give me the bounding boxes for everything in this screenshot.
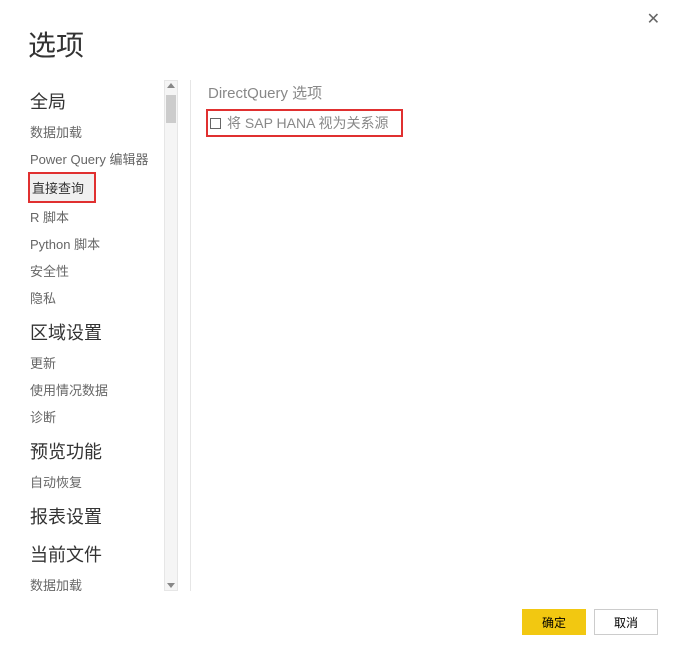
scroll-down-icon — [167, 583, 175, 588]
sidebar-item-data-load-2[interactable]: 数据加载 — [28, 571, 174, 591]
sidebar-item-r-script[interactable]: R 脚本 — [28, 203, 174, 230]
sidebar-item-python-script[interactable]: Python 脚本 — [28, 230, 174, 257]
sidebar-scrollbar[interactable] — [164, 80, 178, 591]
scroll-up-icon — [167, 83, 175, 88]
sidebar-section-global: 全局 — [28, 84, 174, 118]
cancel-button[interactable]: 取消 — [594, 609, 658, 635]
content-area: 全局 数据加载 Power Query 编辑器 直接查询 R 脚本 Python… — [28, 80, 660, 591]
sap-hana-checkbox-label: 将 SAP HANA 视为关系源 — [227, 113, 389, 133]
sidebar-item-power-query-editor[interactable]: Power Query 编辑器 — [28, 145, 174, 172]
sidebar-section-report-settings: 报表设置 — [28, 499, 174, 533]
sidebar-section-preview: 预览功能 — [28, 434, 174, 468]
dialog-footer: 确定 取消 — [522, 609, 658, 635]
sidebar-item-updates[interactable]: 更新 — [28, 349, 174, 376]
directquery-section-title: DirectQuery 选项 — [206, 80, 660, 109]
main-panel: DirectQuery 选项 将 SAP HANA 视为关系源 — [178, 80, 660, 591]
highlight-checkbox: 将 SAP HANA 视为关系源 — [206, 109, 403, 137]
ok-button[interactable]: 确定 — [522, 609, 586, 635]
sidebar: 全局 数据加载 Power Query 编辑器 直接查询 R 脚本 Python… — [28, 80, 178, 591]
sidebar-item-privacy[interactable]: 隐私 — [28, 284, 174, 311]
sidebar-item-diagnostics[interactable]: 诊断 — [28, 403, 174, 430]
scroll-thumb[interactable] — [166, 95, 176, 123]
sidebar-item-usage-data[interactable]: 使用情况数据 — [28, 376, 174, 403]
sidebar-section-regional: 区域设置 — [28, 315, 174, 349]
sidebar-item-data-load[interactable]: 数据加载 — [28, 118, 174, 145]
highlight-direct-query: 直接查询 — [28, 172, 96, 203]
sap-hana-checkbox-row[interactable]: 将 SAP HANA 视为关系源 — [208, 111, 397, 135]
sidebar-item-auto-recovery[interactable]: 自动恢复 — [28, 468, 174, 495]
sidebar-item-security[interactable]: 安全性 — [28, 257, 174, 284]
dialog-title: 选项 — [28, 24, 84, 64]
sidebar-section-current-file: 当前文件 — [28, 537, 174, 571]
checkbox-icon[interactable] — [210, 118, 221, 129]
close-icon[interactable]: ✕ — [647, 12, 660, 28]
sidebar-item-direct-query[interactable]: 直接查询 — [30, 174, 94, 201]
